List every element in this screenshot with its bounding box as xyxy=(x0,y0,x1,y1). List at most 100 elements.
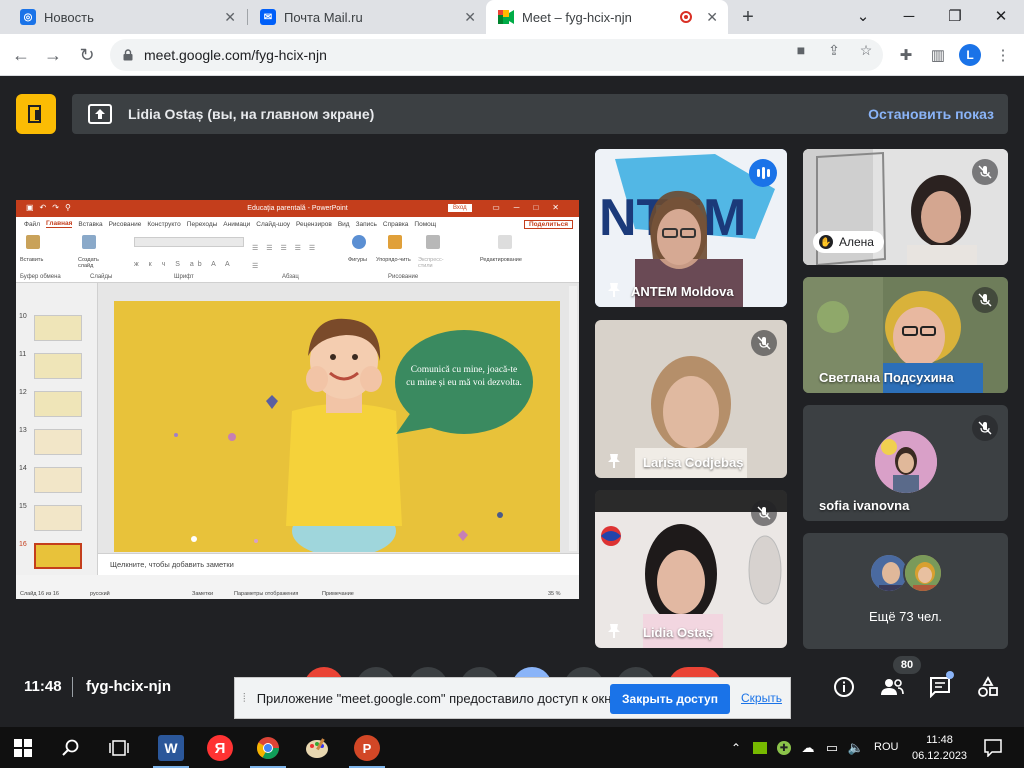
participant-tile-svetlana[interactable]: Светлана Подсухина xyxy=(803,277,1008,393)
close-tab-icon[interactable]: ✕ xyxy=(706,9,718,26)
drag-handle-icon[interactable]: ⦙ xyxy=(243,691,246,706)
current-slide[interactable]: Comunică cu mine, joacă-te cu mine și eu… xyxy=(114,301,560,552)
side-panel-icon[interactable]: ▥ xyxy=(927,44,949,66)
ppt-tab[interactable]: Рецензиров xyxy=(296,221,332,228)
windows-taskbar: W Я P ⌃ ✚ ☁ ▭ 🔈 ROU 11:48 06.12.2023 xyxy=(0,727,1024,768)
system-clock[interactable]: 11:48 06.12.2023 xyxy=(912,732,967,764)
cloud-icon[interactable]: ☁ xyxy=(798,735,818,761)
participant-tile-sofia[interactable]: sofia ivanovna xyxy=(803,405,1008,521)
slide-thumbnail[interactable]: 13 xyxy=(16,427,98,457)
notifications-icon[interactable] xyxy=(980,735,1006,761)
ppt-tab[interactable]: Справка xyxy=(383,221,409,228)
ppt-signin-button[interactable]: Вход xyxy=(448,204,472,212)
browser-menu-icon[interactable]: ⋮ xyxy=(992,44,1014,66)
pin-icon[interactable] xyxy=(607,623,621,639)
font-name-field[interactable] xyxy=(134,237,244,247)
more-participants-tile[interactable]: Ещё 73 чел. xyxy=(803,533,1008,649)
close-window-icon[interactable]: ✕ xyxy=(978,0,1024,32)
tray-app-icon[interactable]: ✚ xyxy=(774,735,794,761)
slide-thumbnail-selected[interactable]: 16 xyxy=(16,541,98,571)
search-icon[interactable] xyxy=(58,735,84,761)
shapes-icon[interactable] xyxy=(352,235,366,249)
input-language[interactable]: ROU xyxy=(874,741,898,753)
ppt-tab[interactable]: Слайд-шоу xyxy=(256,221,290,228)
slide-thumbnail[interactable]: 14 xyxy=(16,465,98,495)
new-tab-label: + xyxy=(742,5,754,28)
ppt-tab[interactable]: Конструкто xyxy=(147,221,180,228)
quick-styles-icon[interactable] xyxy=(426,235,440,249)
paint-icon[interactable] xyxy=(304,735,330,761)
profile-avatar[interactable]: L xyxy=(959,44,981,66)
slide-thumbnail[interactable]: 12 xyxy=(16,389,98,419)
yandex-browser-icon[interactable]: Я xyxy=(207,735,233,761)
camera-icon[interactable]: ■ xyxy=(792,41,810,59)
pin-icon[interactable] xyxy=(607,282,621,298)
participant-tile-larisa[interactable]: Larisa Codjebaș xyxy=(595,320,787,478)
ppt-tab[interactable]: Запись xyxy=(356,221,377,228)
stop-sharing-button[interactable]: Закрыть доступ xyxy=(610,684,730,714)
close-tab-icon[interactable]: ✕ xyxy=(464,9,476,26)
back-icon[interactable]: ← xyxy=(8,42,34,68)
activities-icon[interactable] xyxy=(976,675,1000,699)
slide-thumbnail[interactable]: 11 xyxy=(16,351,98,381)
ppt-tab[interactable]: Помощ xyxy=(414,221,436,228)
display-settings[interactable]: Параметры отображения xyxy=(234,591,298,597)
chrome-icon[interactable] xyxy=(255,735,281,761)
notes-toggle[interactable]: Заметки xyxy=(192,591,213,597)
ppt-scrollbar[interactable] xyxy=(569,286,577,551)
slide-thumbnail[interactable]: 10 xyxy=(16,313,98,343)
slide-thumbnail[interactable]: 15 xyxy=(16,503,98,533)
people-icon[interactable] xyxy=(880,675,904,699)
participant-tile-antem[interactable]: NTEM ANTEM Moldova xyxy=(595,149,787,307)
arrange-icon[interactable] xyxy=(388,235,402,249)
participant-tile-alena[interactable]: ✋ Алена xyxy=(803,149,1008,265)
task-view-icon[interactable] xyxy=(106,735,132,761)
paste-icon[interactable] xyxy=(26,235,40,249)
battery-icon[interactable]: ▭ xyxy=(822,735,842,761)
forward-icon[interactable]: → xyxy=(40,42,66,68)
address-bar[interactable]: meet.google.com/fyg-hcix-njn xyxy=(110,39,883,71)
tab-news[interactable]: ◎ Новость ✕ xyxy=(8,0,246,34)
new-slide-icon[interactable] xyxy=(82,235,96,249)
bookmark-star-icon[interactable]: ☆ xyxy=(857,41,875,59)
tray-overflow-icon[interactable]: ⌃ xyxy=(726,735,746,761)
paste-label: Вставить xyxy=(20,257,44,263)
notes-pane[interactable]: Щелкните, чтобы добавить заметки xyxy=(98,553,579,575)
meeting-details-icon[interactable] xyxy=(832,675,856,699)
clock-time: 11:48 xyxy=(926,734,953,746)
tab-meet[interactable]: Meet – fyg-hcix-njn ✕ xyxy=(486,0,728,34)
ppt-tab[interactable]: Анимаци xyxy=(223,221,250,228)
minimize-icon[interactable]: ─ xyxy=(886,0,932,32)
tab-search-icon[interactable]: ⌄ xyxy=(840,0,886,32)
extensions-icon[interactable]: ✚ xyxy=(895,44,917,66)
ppt-tab[interactable]: Рисование xyxy=(109,221,142,228)
windows-start-icon[interactable] xyxy=(10,735,36,761)
pin-icon[interactable] xyxy=(607,453,621,469)
ppt-tab[interactable]: Вид xyxy=(338,221,350,228)
close-tab-icon[interactable]: ✕ xyxy=(224,9,236,26)
new-tab-button[interactable]: + xyxy=(736,0,760,34)
ppt-tab[interactable]: Вставка xyxy=(78,221,102,228)
comments-toggle[interactable]: Примечание xyxy=(322,591,354,597)
restore-icon[interactable]: ❐ xyxy=(932,0,978,32)
chat-icon[interactable] xyxy=(928,671,954,699)
hide-notification-link[interactable]: Скрыть xyxy=(741,691,782,705)
ppt-tab[interactable]: Файл xyxy=(24,221,40,228)
ppt-tab[interactable]: Переходы xyxy=(187,221,218,228)
find-icon[interactable] xyxy=(498,235,512,249)
reload-icon[interactable]: ↻ xyxy=(74,42,100,68)
tab-mail[interactable]: ✉ Почта Mail.ru ✕ xyxy=(248,0,486,34)
volume-icon[interactable]: 🔈 xyxy=(846,735,866,761)
ppt-tab-home[interactable]: Главная xyxy=(45,220,73,228)
powerpoint-icon[interactable]: P xyxy=(354,735,380,761)
word-icon[interactable]: W xyxy=(158,735,184,761)
ppt-share-button[interactable]: Поделиться xyxy=(523,219,573,229)
participant-name: Lidia Ostaș xyxy=(643,625,714,640)
tab-title: Почта Mail.ru xyxy=(284,9,363,25)
zoom-level[interactable]: 35 % xyxy=(548,591,561,597)
stop-presenting-button[interactable]: Остановить показ xyxy=(868,106,994,122)
nvidia-icon[interactable] xyxy=(750,735,770,761)
slide-thumbnails[interactable]: 10 11 12 13 14 15 16 xyxy=(16,283,98,575)
participant-tile-lidia[interactable]: Lidia Ostaș xyxy=(595,490,787,648)
share-icon[interactable]: ⇪ xyxy=(825,41,843,59)
